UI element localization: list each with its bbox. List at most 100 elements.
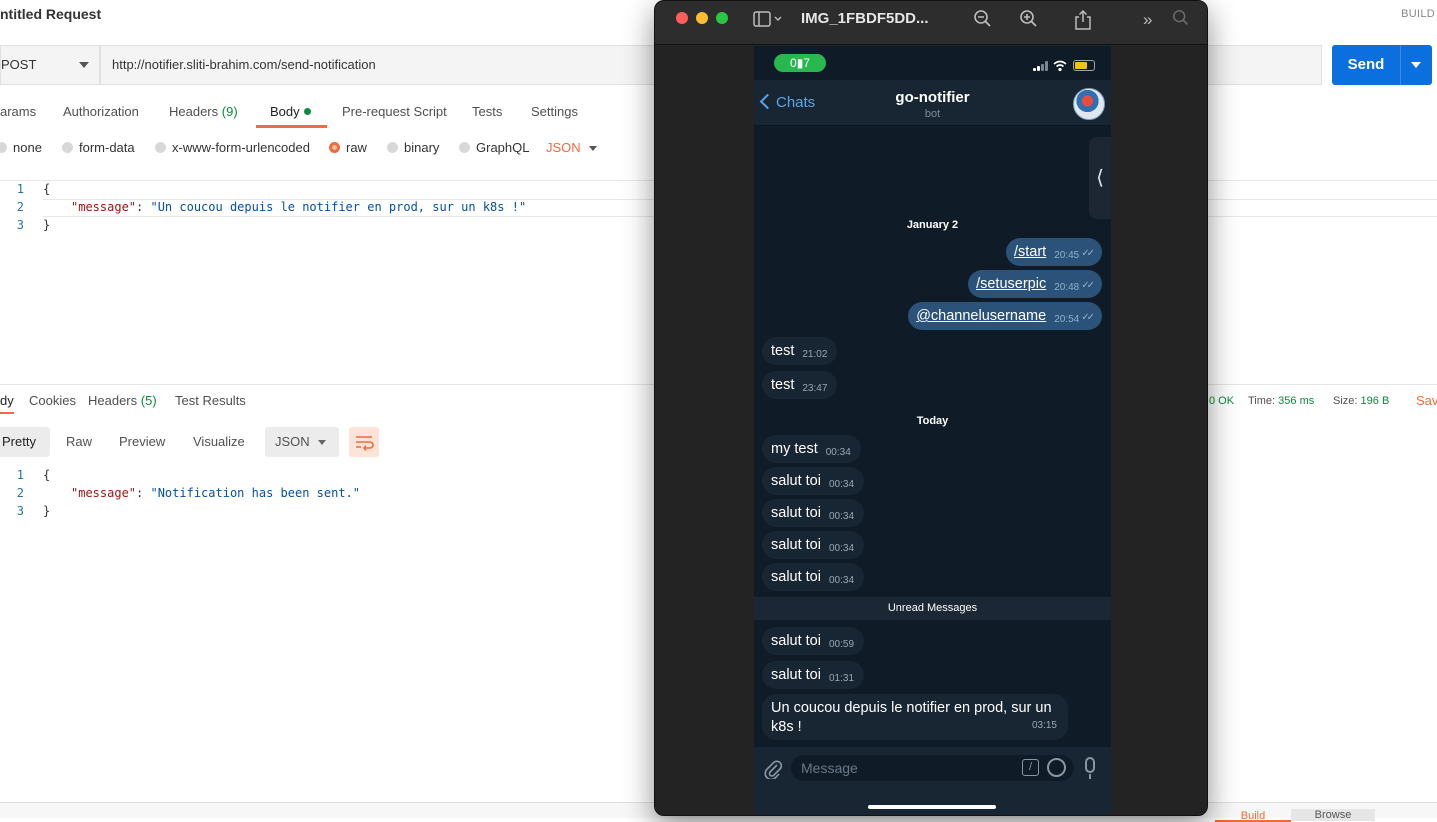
language-select[interactable]: JSON: [546, 140, 581, 155]
method-label: POST: [1, 57, 37, 72]
read-receipt-icon: ✓✓: [1081, 248, 1095, 259]
tab-cookies[interactable]: Cookies: [29, 393, 76, 408]
json-colon: :: [136, 200, 151, 214]
json-key: "message": [71, 200, 137, 214]
incoming-message[interactable]: salut toi 00:34: [762, 499, 865, 527]
bot-avatar[interactable]: [1073, 88, 1105, 120]
window-titlebar[interactable]: IMG_1FBDF5DD... »: [655, 1, 1207, 45]
close-window-button[interactable]: [676, 12, 688, 24]
message-time: 20:54: [1054, 314, 1080, 325]
tab-headers[interactable]: Headers (9): [169, 104, 238, 119]
microphone-icon[interactable]: [1085, 757, 1095, 773]
tab-test-results[interactable]: Test Results: [175, 393, 246, 408]
tab-authorization[interactable]: Authorization: [63, 104, 139, 119]
incoming-message[interactable]: salut toi 00:34: [762, 467, 865, 495]
format-select[interactable]: JSON: [265, 427, 339, 457]
tab-tests[interactable]: Tests: [472, 104, 502, 119]
radio-form-data[interactable]: form-data: [62, 140, 135, 155]
outgoing-message[interactable]: /start 20:45 ✓✓: [1005, 238, 1102, 266]
message-time: 01:31: [828, 673, 855, 684]
tab-body-label: Body: [270, 104, 300, 119]
date-separator: Today: [916, 415, 949, 427]
build-label[interactable]: BUILD: [1401, 8, 1435, 20]
view-raw-button[interactable]: Raw: [64, 427, 94, 457]
message-text: salut toi: [771, 473, 821, 489]
message-time: 21:02: [802, 349, 828, 360]
search-icon[interactable]: [1172, 9, 1190, 32]
wrap-lines-button[interactable]: [349, 427, 379, 457]
tab-settings[interactable]: Settings: [531, 104, 578, 119]
message-time: 00:34: [825, 447, 851, 458]
window-title: IMG_1FBDF5DD...: [801, 10, 929, 27]
line-number: 2: [16, 486, 24, 500]
radio-graphql[interactable]: GraphQL: [459, 140, 529, 155]
unread-messages-divider: Unread Messages: [754, 597, 1111, 620]
tab-response-body[interactable]: dy: [0, 393, 14, 414]
incoming-message[interactable]: test 21:02: [762, 337, 838, 365]
sticker-icon[interactable]: [1047, 758, 1066, 777]
code-line: "message": "Un coucou depuis le notifier…: [71, 200, 526, 214]
message-text[interactable]: /start: [1014, 244, 1046, 260]
signal-icon: [1045, 61, 1048, 71]
attach-icon[interactable]: [764, 759, 783, 785]
view-pretty-button[interactable]: Pretty: [0, 427, 50, 457]
side-panel-handle[interactable]: ⟨: [1089, 137, 1111, 219]
message-time: 00:34: [828, 479, 855, 490]
message-time: 00:34: [828, 511, 855, 522]
line-number: 3: [16, 504, 24, 518]
chevron-down-icon[interactable]: [589, 146, 597, 151]
view-preview-button[interactable]: Preview: [117, 427, 167, 457]
message-text: salut toi: [771, 537, 821, 553]
zoom-window-button[interactable]: [716, 12, 728, 24]
radio-binary[interactable]: binary: [387, 140, 439, 155]
outgoing-message[interactable]: @channelusername 20:54 ✓✓: [908, 302, 1102, 330]
request-title[interactable]: ntitled Request: [0, 6, 101, 22]
tab-prerequest-script[interactable]: Pre-request Script: [342, 104, 447, 119]
send-dropdown-icon[interactable]: [1411, 62, 1421, 68]
wifi-icon: [1053, 59, 1067, 77]
method-select[interactable]: POST: [0, 45, 100, 85]
message-list[interactable]: ⟨ January 2 /start 20:45 ✓✓ /setuserpic 20:…: [754, 127, 1111, 782]
tab-body[interactable]: Body: [270, 104, 311, 119]
tab-response-headers[interactable]: Headers (5): [88, 393, 157, 408]
tab-params[interactable]: arams: [0, 104, 36, 119]
zoom-out-icon[interactable]: [973, 9, 993, 34]
share-icon[interactable]: [1074, 9, 1092, 36]
footer-build-tab[interactable]: Build: [1215, 810, 1291, 822]
message-text[interactable]: @channelusername: [916, 308, 1046, 324]
minimize-window-button[interactable]: [696, 12, 708, 24]
home-indicator: [868, 805, 996, 809]
bot-commands-icon[interactable]: /: [1022, 759, 1039, 776]
view-visualize-button[interactable]: Visualize: [191, 427, 247, 457]
incoming-message[interactable]: salut toi 01:31: [762, 661, 865, 689]
footer-browse-tab[interactable]: Browse: [1291, 809, 1375, 821]
save-response-button[interactable]: Sav: [1416, 393, 1437, 408]
incoming-message[interactable]: salut toi 00:34: [762, 563, 865, 591]
incoming-message[interactable]: salut toi 00:59: [762, 627, 865, 655]
response-body-viewer[interactable]: 1 2 3 { "message": "Notification has bee…: [0, 467, 650, 527]
incoming-message[interactable]: my test 00:34: [762, 435, 861, 463]
radio-dot-selected: [329, 142, 340, 153]
incoming-message[interactable]: test 23:47: [762, 371, 838, 399]
message-text[interactable]: /setuserpic: [976, 276, 1046, 292]
json-value: "Un coucou depuis le notifier en prod, s…: [150, 200, 527, 214]
radio-raw[interactable]: raw: [329, 140, 367, 155]
read-receipt-icon: ✓✓: [1081, 312, 1095, 323]
incoming-message[interactable]: Un coucou depuis le notifier en prod, su…: [762, 694, 1068, 740]
radio-urlencoded[interactable]: x-www-form-urlencoded: [155, 140, 310, 155]
time-label: Time:: [1248, 395, 1276, 407]
outgoing-message[interactable]: /setuserpic 20:48 ✓✓: [968, 270, 1102, 298]
incoming-message[interactable]: salut toi 00:34: [762, 531, 865, 559]
status-code: 0 OK: [1209, 395, 1234, 407]
radio-none[interactable]: none: [0, 140, 42, 155]
battery-icon: [1073, 60, 1095, 71]
message-time: 00:34: [828, 543, 855, 554]
radio-dot: [155, 142, 166, 153]
chat-title[interactable]: go-notifier: [754, 89, 1111, 106]
chat-header: Chats go-notifier bot: [754, 80, 1111, 126]
sidebar-toggle-icon[interactable]: [753, 11, 783, 34]
zoom-in-icon[interactable]: [1019, 9, 1039, 34]
send-button[interactable]: Send: [1332, 45, 1432, 85]
more-tools-icon[interactable]: »: [1143, 10, 1152, 30]
phone-status-bar: 0▮7: [754, 46, 1111, 80]
